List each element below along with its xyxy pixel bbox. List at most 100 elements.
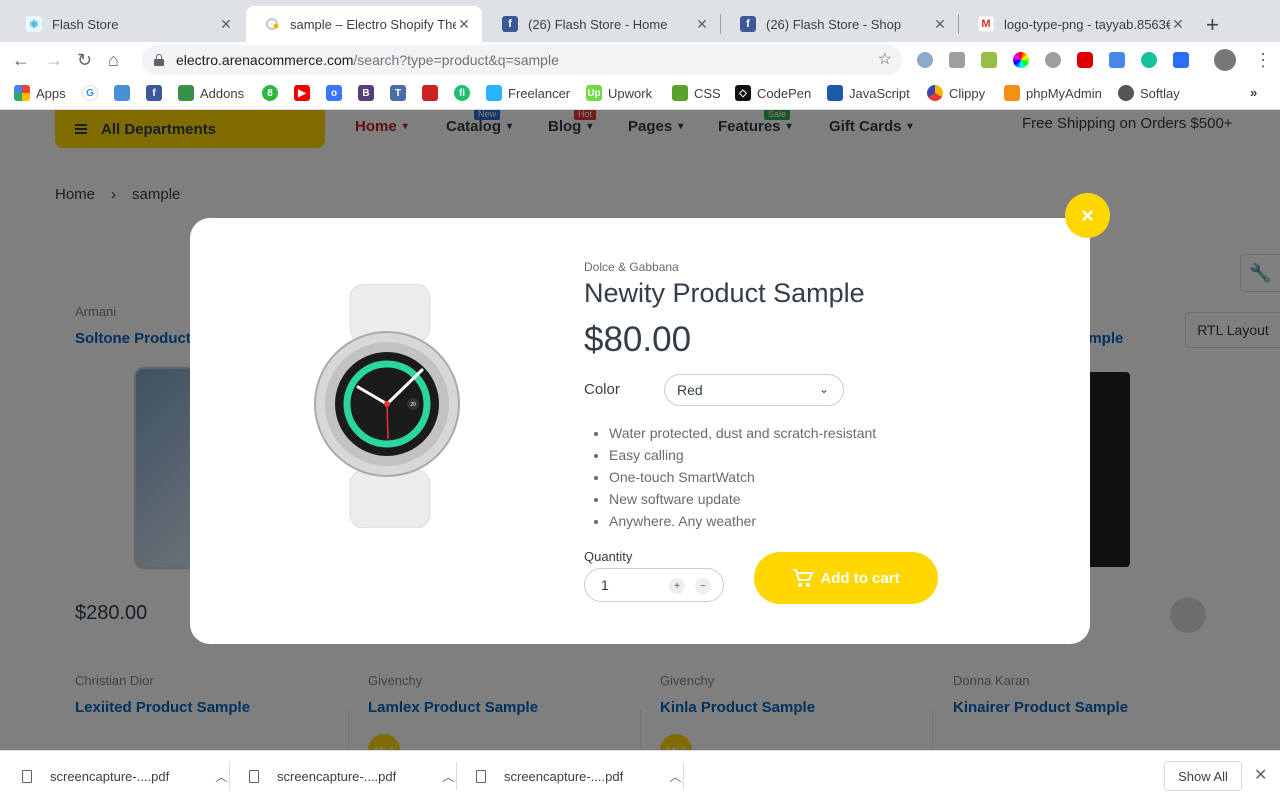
bookmark-softlay[interactable]: Softlay [1118,85,1180,101]
forward-icon[interactable]: → [45,50,63,71]
download-item[interactable]: screencapture-....pdf ︿ [249,751,454,800]
css-icon [672,85,688,101]
feature-item: Easy calling [609,444,876,466]
product-title: Newity Product Sample [584,278,865,308]
feature-item: One-touch SmartWatch [609,466,876,488]
translate-extension-icon[interactable] [1109,52,1125,68]
tab-electro-sample[interactable]: sample – Electro Shopify Theme ✕ [246,6,482,42]
quantity-input[interactable]: 1 [601,577,609,593]
bookmark-css[interactable]: CSS [672,85,721,101]
bookmark-apps[interactable]: Apps [14,85,66,101]
extension-icon[interactable] [1173,52,1189,68]
color-label: Color [584,381,620,398]
grammarly-extension-icon[interactable] [1141,52,1157,68]
tab-gmail[interactable]: M logo-type-png - tayyab.8563€ ✕ [960,6,1196,42]
globe-icon [1118,85,1134,101]
apps-grid-icon [14,85,30,101]
react-icon: ⚛ [26,16,42,32]
file-icon [476,769,486,783]
bookmark-star-icon[interactable]: ☆ [878,49,892,69]
menu-icon[interactable]: ⋮ [1254,50,1272,71]
bookmark-freelancer[interactable]: Freelancer [486,85,570,101]
quantity-label: Quantity [584,549,633,564]
plus-icon[interactable]: + [669,578,685,594]
chevron-up-icon[interactable]: ︿ [669,768,681,785]
file-icon [22,769,32,783]
adblock-extension-icon[interactable] [1077,52,1093,68]
close-tab-icon[interactable]: ✕ [456,16,472,33]
home-icon[interactable]: ⌂ [108,50,119,71]
chevron-down-icon: ⌄ [818,382,829,396]
google-icon[interactable]: G [82,85,104,101]
color-picker-extension-icon[interactable] [1013,52,1029,68]
bookmark-addons[interactable]: Addons [178,85,244,101]
file-icon [249,769,259,783]
divider [456,762,457,790]
tab-flash-store-shop[interactable]: f (26) Flash Store - Shop ✕ [722,6,958,42]
url-host: electro.arenacommerce.com [176,52,354,68]
facebook-icon: f [502,16,518,32]
camera-extension-icon[interactable] [949,52,965,68]
car-icon[interactable] [422,85,444,101]
close-icon[interactable]: ✕ [1254,765,1267,785]
bookmark-codepen[interactable]: ◇ CodePen [735,85,811,101]
color-value: Red [677,382,703,398]
bird-icon[interactable] [114,85,136,101]
feature-item: Water protected, dust and scratch-resist… [609,422,876,444]
divider [683,762,684,790]
browser-tab-bar: ⚛ Flash Store ✕ sample – Electro Shopify… [0,0,1280,42]
close-tab-icon[interactable]: ✕ [694,16,710,33]
bookmark-phpmyadmin[interactable]: phpMyAdmin [1004,85,1102,101]
product-price: $80.00 [584,320,692,359]
tab-flash-store[interactable]: ⚛ Flash Store ✕ [8,6,244,42]
download-item[interactable]: screencapture-....pdf ︿ [22,751,227,800]
bootstrap-icon[interactable]: B [358,85,380,101]
close-tab-icon[interactable]: ✕ [932,16,948,33]
close-tab-icon[interactable]: ✕ [218,16,234,33]
typography-icon[interactable]: T [390,85,412,101]
download-bar: screencapture-....pdf ︿ screencapture-..… [0,750,1280,800]
profile-avatar[interactable] [1214,49,1236,71]
bookmark-upwork[interactable]: Up Upwork [586,85,652,101]
olx-icon[interactable]: o [326,85,348,101]
reload-icon[interactable]: ↻ [77,50,92,71]
facebook-icon[interactable]: f [146,85,168,101]
facebook-icon: f [740,16,756,32]
minus-icon[interactable]: − [695,578,711,594]
feature-list: Water protected, dust and scratch-resist… [609,422,876,532]
fiverr-icon[interactable]: fi [454,85,476,101]
javascript-icon [827,85,843,101]
chevron-up-icon[interactable]: ︿ [442,768,454,785]
extension-icon[interactable] [917,52,933,68]
more-bookmarks-icon[interactable]: » [1250,85,1257,100]
color-select[interactable]: Red ⌄ [664,374,844,406]
product-brand[interactable]: Dolce & Gabbana [584,260,679,274]
address-bar[interactable]: electro.arenacommerce.com/search?type=pr… [142,45,902,75]
extension-icon[interactable] [1045,52,1061,68]
new-tab-button[interactable]: + [1206,12,1219,38]
back-icon[interactable]: ← [12,50,30,71]
bookmark-javascript[interactable]: JavaScript [827,85,910,101]
upwork-icon: Up [586,85,602,101]
puzzle-icon [178,85,194,101]
smartwatch-image[interactable]: 20 [310,284,470,528]
tab-divider [720,14,721,34]
quantity-stepper[interactable]: 1 + − [584,568,724,602]
shopify-extension-icon[interactable] [981,52,997,68]
bookmarks-bar: Apps G f Addons 8 ▶ o B T fi Freelancer … [0,78,1280,110]
close-tab-icon[interactable]: ✕ [1170,16,1186,33]
chevron-up-icon[interactable]: ︿ [215,768,227,785]
youtube-icon[interactable]: ▶ [294,85,316,101]
freelancer-icon [486,85,502,101]
divider [229,762,230,790]
bookmark-icon[interactable]: 8 [262,85,284,101]
cart-icon [793,569,814,587]
download-item[interactable]: screencapture-....pdf ︿ [476,751,681,800]
close-modal-button[interactable]: × [1065,193,1110,238]
bookmark-clippy[interactable]: Clippy [927,85,985,101]
tab-flash-store-home[interactable]: f (26) Flash Store - Home ✕ [484,6,720,42]
add-to-cart-button[interactable]: Add to cart [754,552,938,604]
loading-icon [264,16,280,32]
phpmyadmin-icon [1004,85,1020,101]
show-all-button[interactable]: Show All [1164,761,1242,791]
